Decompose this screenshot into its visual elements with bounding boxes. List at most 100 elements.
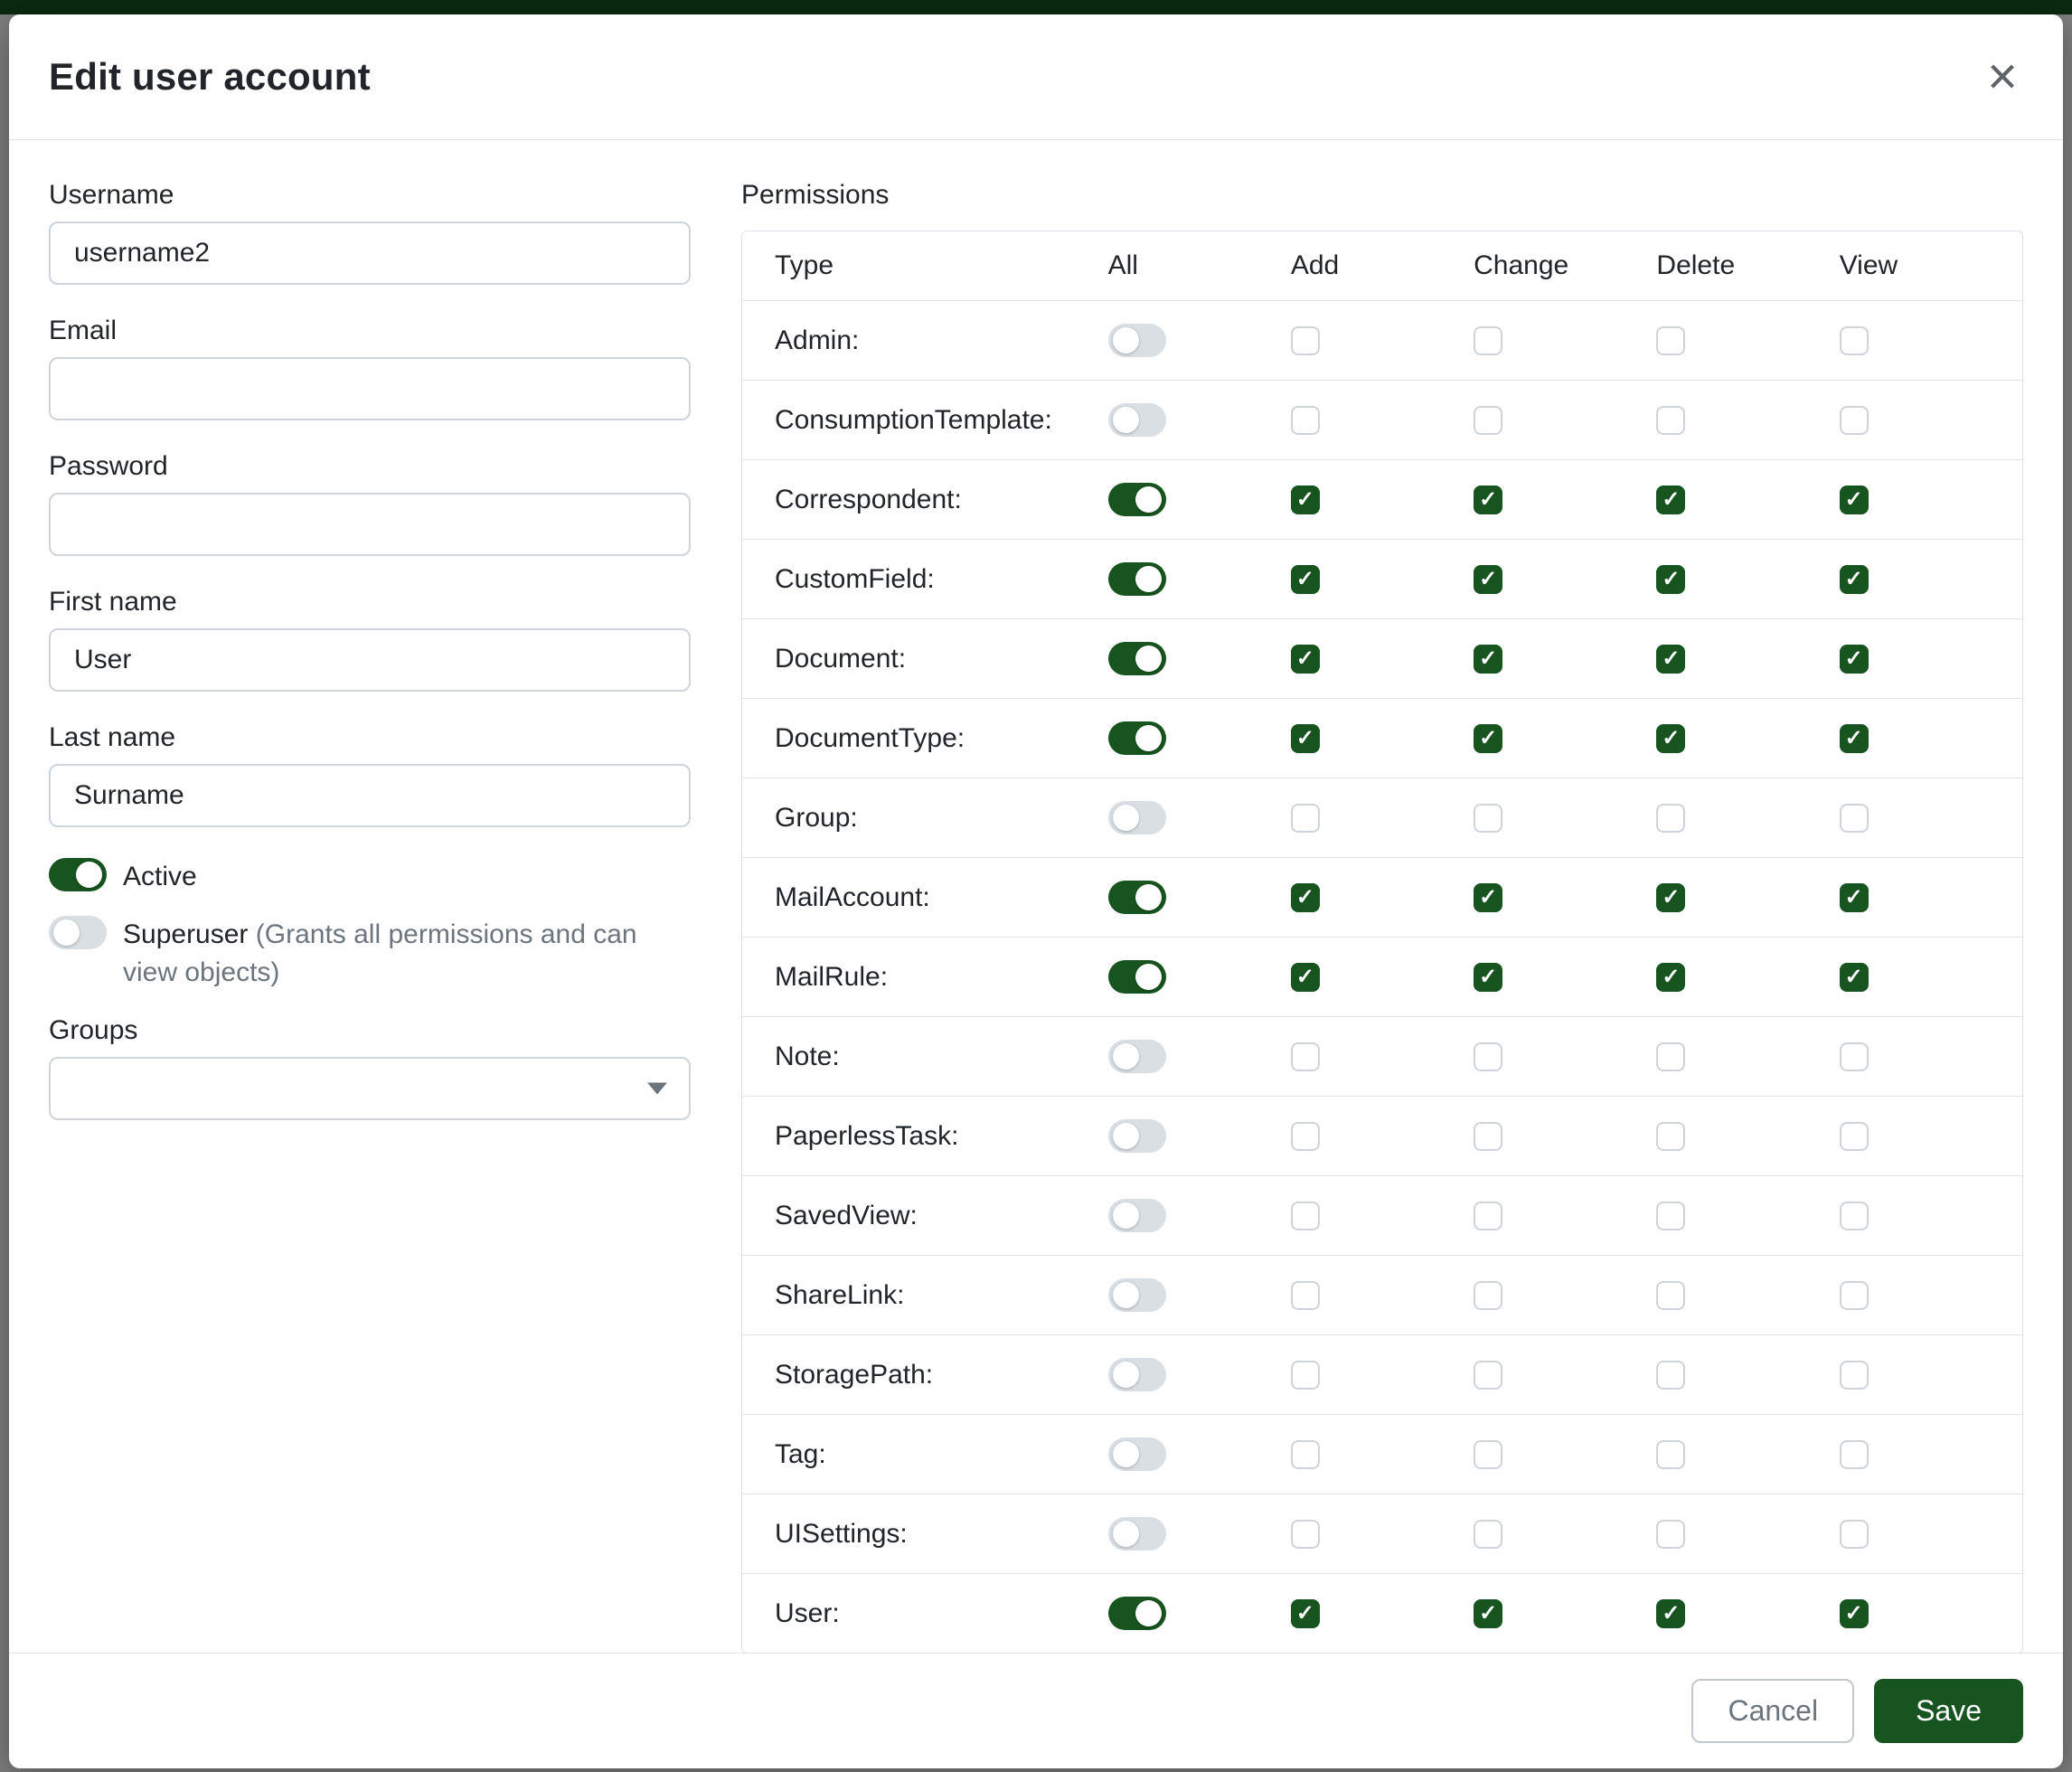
username-input[interactable] [49,222,691,285]
password-field-group: Password [49,451,691,556]
add-permission-checkbox[interactable] [1291,1440,1320,1469]
delete-permission-checkbox[interactable]: ✓ [1656,963,1685,992]
add-permission-checkbox[interactable] [1291,804,1320,833]
superuser-toggle[interactable] [49,916,107,949]
delete-permission-checkbox[interactable] [1656,804,1685,833]
add-permission-checkbox[interactable] [1291,1361,1320,1390]
delete-permission-checkbox[interactable] [1656,1520,1685,1549]
change-permission-checkbox[interactable] [1474,1361,1502,1390]
change-permission-checkbox[interactable]: ✓ [1474,565,1502,594]
change-permission-checkbox[interactable] [1474,804,1502,833]
add-permission-checkbox[interactable] [1291,1520,1320,1549]
all-permissions-toggle[interactable] [1108,403,1166,437]
view-permission-checkbox[interactable] [1840,1122,1869,1151]
email-input[interactable] [49,357,691,420]
add-permission-checkbox[interactable]: ✓ [1291,565,1320,594]
add-permission-checkbox[interactable]: ✓ [1291,645,1320,674]
view-permission-checkbox[interactable] [1840,406,1869,435]
all-permissions-toggle[interactable] [1108,1040,1166,1073]
all-permissions-toggle[interactable] [1108,562,1166,596]
delete-permission-checkbox[interactable] [1656,1202,1685,1230]
all-permissions-toggle[interactable] [1108,642,1166,675]
all-permissions-toggle[interactable] [1108,721,1166,755]
all-permissions-toggle[interactable] [1108,324,1166,357]
change-permission-checkbox[interactable] [1474,1281,1502,1310]
delete-permission-checkbox[interactable]: ✓ [1656,485,1685,514]
add-permission-checkbox[interactable]: ✓ [1291,724,1320,753]
groups-select[interactable] [49,1057,691,1120]
delete-permission-checkbox[interactable] [1656,1440,1685,1469]
all-permissions-toggle[interactable] [1108,960,1166,994]
view-permission-checkbox[interactable] [1840,326,1869,355]
save-button[interactable]: Save [1874,1679,2023,1743]
change-permission-checkbox[interactable]: ✓ [1474,1599,1502,1628]
add-permission-checkbox[interactable]: ✓ [1291,485,1320,514]
delete-permission-checkbox[interactable]: ✓ [1656,883,1685,912]
all-permissions-toggle[interactable] [1108,1437,1166,1471]
close-icon[interactable]: × [1982,51,2023,103]
all-permissions-toggle[interactable] [1108,1358,1166,1391]
last-name-input[interactable] [49,764,691,827]
superuser-label: Superuser (Grants all permissions and ca… [123,916,691,992]
active-toggle[interactable] [49,858,107,891]
change-permission-checkbox[interactable]: ✓ [1474,724,1502,753]
all-permissions-toggle[interactable] [1108,801,1166,834]
toggle-knob [1113,1043,1139,1070]
change-permission-checkbox[interactable] [1474,1122,1502,1151]
delete-permission-checkbox[interactable]: ✓ [1656,645,1685,674]
view-permission-checkbox[interactable]: ✓ [1840,645,1869,674]
change-permission-checkbox[interactable] [1474,1042,1502,1071]
view-permission-checkbox[interactable] [1840,1440,1869,1469]
add-permission-checkbox[interactable]: ✓ [1291,883,1320,912]
add-permission-checkbox[interactable] [1291,1122,1320,1151]
change-permission-checkbox[interactable] [1474,406,1502,435]
view-permission-checkbox[interactable]: ✓ [1840,1599,1869,1628]
view-permission-checkbox[interactable]: ✓ [1840,724,1869,753]
view-permission-checkbox[interactable] [1840,804,1869,833]
all-permissions-toggle[interactable] [1108,483,1166,516]
delete-permission-checkbox[interactable] [1656,1281,1685,1310]
add-permission-checkbox[interactable] [1291,406,1320,435]
add-permission-checkbox[interactable] [1291,1281,1320,1310]
delete-permission-checkbox[interactable]: ✓ [1656,1599,1685,1628]
view-permission-checkbox[interactable] [1840,1361,1869,1390]
first-name-input[interactable] [49,628,691,692]
change-permission-checkbox[interactable]: ✓ [1474,883,1502,912]
password-input[interactable] [49,493,691,556]
add-permission-checkbox[interactable] [1291,1042,1320,1071]
cancel-button[interactable]: Cancel [1691,1679,1854,1743]
view-permission-checkbox[interactable]: ✓ [1840,485,1869,514]
view-permission-checkbox[interactable]: ✓ [1840,883,1869,912]
change-permission-checkbox[interactable] [1474,1440,1502,1469]
toggle-knob [1135,1600,1162,1626]
change-permission-checkbox[interactable] [1474,1202,1502,1230]
change-permission-checkbox[interactable]: ✓ [1474,963,1502,992]
delete-permission-checkbox[interactable] [1656,1361,1685,1390]
change-permission-checkbox[interactable]: ✓ [1474,645,1502,674]
add-permission-checkbox[interactable]: ✓ [1291,1599,1320,1628]
view-permission-checkbox[interactable] [1840,1202,1869,1230]
view-permission-checkbox[interactable]: ✓ [1840,565,1869,594]
all-permissions-toggle[interactable] [1108,881,1166,914]
view-permission-checkbox[interactable]: ✓ [1840,963,1869,992]
delete-permission-checkbox[interactable] [1656,1042,1685,1071]
delete-permission-checkbox[interactable]: ✓ [1656,565,1685,594]
change-permission-checkbox[interactable]: ✓ [1474,485,1502,514]
all-permissions-toggle[interactable] [1108,1199,1166,1232]
delete-permission-checkbox[interactable]: ✓ [1656,724,1685,753]
add-permission-checkbox[interactable] [1291,326,1320,355]
change-permission-checkbox[interactable] [1474,326,1502,355]
add-permission-checkbox[interactable]: ✓ [1291,963,1320,992]
add-permission-checkbox[interactable] [1291,1202,1320,1230]
delete-permission-checkbox[interactable] [1656,1122,1685,1151]
delete-permission-checkbox[interactable] [1656,406,1685,435]
all-permissions-toggle[interactable] [1108,1517,1166,1550]
view-permission-checkbox[interactable] [1840,1042,1869,1071]
change-permission-checkbox[interactable] [1474,1520,1502,1549]
view-permission-checkbox[interactable] [1840,1520,1869,1549]
all-permissions-toggle[interactable] [1108,1119,1166,1153]
all-permissions-toggle[interactable] [1108,1597,1166,1630]
delete-permission-checkbox[interactable] [1656,326,1685,355]
view-permission-checkbox[interactable] [1840,1281,1869,1310]
all-permissions-toggle[interactable] [1108,1278,1166,1312]
